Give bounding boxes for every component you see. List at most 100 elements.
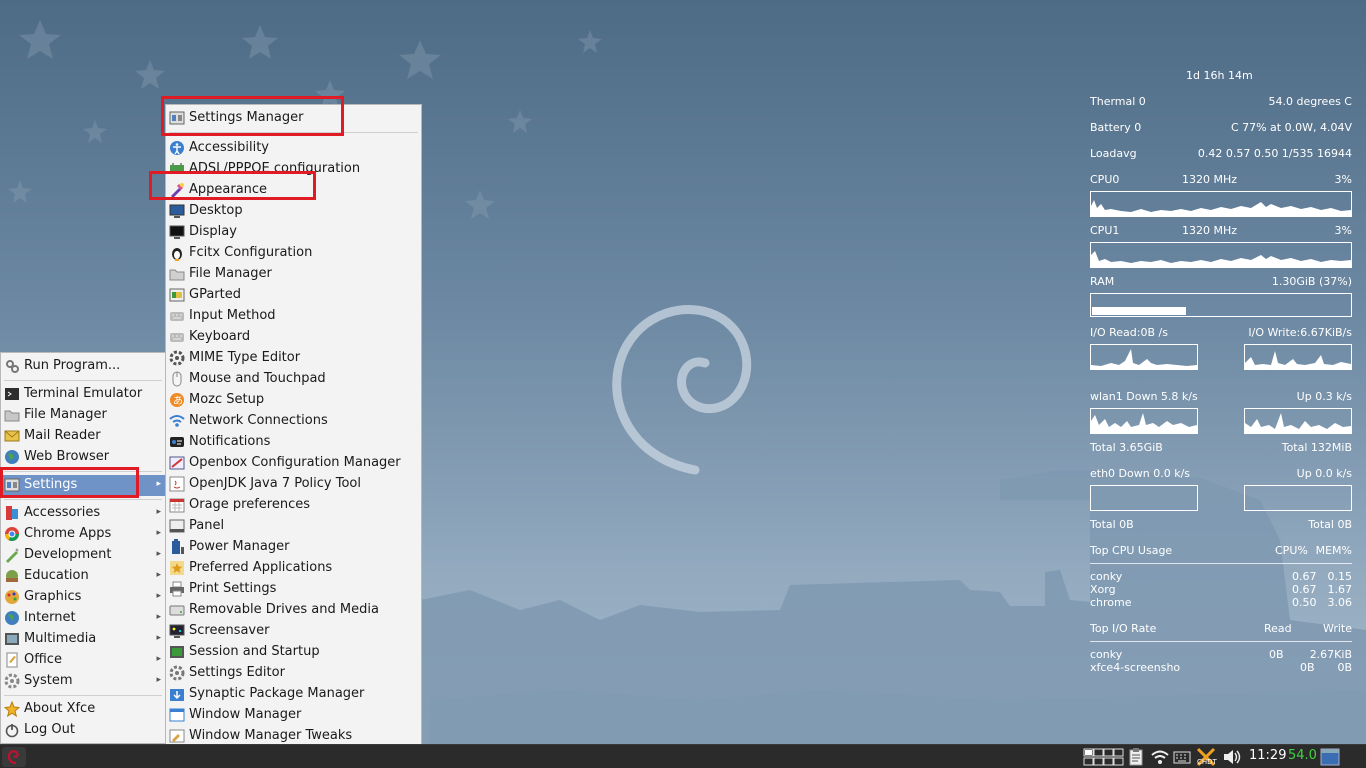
menu-item-label: Web Browser	[24, 449, 110, 464]
menu-item-label: Synaptic Package Manager	[189, 686, 365, 701]
menu-item-run-program[interactable]: Run Program...	[1, 356, 165, 377]
process-read: 0B	[1269, 648, 1284, 661]
menu-item-label: Window Manager	[189, 707, 302, 722]
keyboard-icon[interactable]	[1173, 749, 1191, 765]
chrome-icon	[5, 527, 19, 541]
notifications-icon	[170, 437, 184, 447]
menu-item-label: File Manager	[189, 266, 272, 281]
menu-item-openjdk-java-7-policy-tool[interactable]: OpenJDK Java 7 Policy Tool	[166, 474, 421, 495]
menu-item-session-and-startup[interactable]: Session and Startup	[166, 642, 421, 663]
mouse-icon	[172, 371, 182, 387]
process-cpu: 0.67	[1292, 583, 1317, 596]
menu-item-web-browser[interactable]: Web Browser	[1, 447, 165, 468]
display-icon	[169, 225, 185, 239]
menu-item-mail-reader[interactable]: Mail Reader	[1, 426, 165, 447]
wlan1-up-graph	[1244, 408, 1352, 434]
wlan1-down-graph	[1090, 408, 1198, 434]
eth0-down: eth0 Down 0.0 k/s	[1090, 467, 1191, 480]
wlan1-up: Up 0.3 k/s	[1296, 390, 1352, 403]
menu-item-log-out[interactable]: Log Out	[1, 720, 165, 741]
chevron-right-icon: ▸	[156, 479, 161, 489]
menu-item-file-manager[interactable]: File Manager	[166, 264, 421, 285]
clock[interactable]: 11:29	[1249, 748, 1286, 763]
menu-item-window-manager[interactable]: Window Manager	[166, 705, 421, 726]
menu-item-fcitx-configuration[interactable]: Fcitx Configuration	[166, 243, 421, 264]
eth0-down-graph	[1090, 485, 1198, 511]
workspace-switcher-icon[interactable]	[1083, 748, 1125, 766]
menu-item-label: Display	[189, 224, 237, 239]
menu-item-mozc-setup[interactable]: あ Mozc Setup	[166, 390, 421, 411]
menu-item-removable-drives-and-media[interactable]: Removable Drives and Media	[166, 600, 421, 621]
menu-separator	[4, 380, 162, 381]
top-io-row: conky 0B 2.67KiB	[1090, 648, 1352, 662]
settings-editor-icon	[169, 665, 185, 681]
menu-item-mouse-and-touchpad[interactable]: Mouse and Touchpad	[166, 369, 421, 390]
io-write-graph	[1244, 344, 1352, 370]
menu-item-label: OpenJDK Java 7 Policy Tool	[189, 476, 361, 491]
menu-item-chrome-apps[interactable]: Chrome Apps ▸	[1, 524, 165, 545]
process-read: 0B	[1300, 661, 1315, 674]
menu-separator	[4, 499, 162, 500]
svg-text:あ: あ	[173, 395, 183, 407]
menu-item-display[interactable]: Display	[166, 222, 421, 243]
mail-icon	[4, 430, 20, 442]
cpu1-usage: 3%	[1334, 224, 1352, 237]
menu-item-network-connections[interactable]: Network Connections	[166, 411, 421, 432]
menu-item-accessories[interactable]: Accessories ▸	[1, 503, 165, 524]
menu-item-synaptic-package-manager[interactable]: Synaptic Package Manager	[166, 684, 421, 705]
menu-item-office[interactable]: Office ▸	[1, 650, 165, 671]
show-desktop-icon[interactable]	[1320, 748, 1340, 766]
top-io-col-write: Write	[1322, 622, 1352, 635]
menu-item-power-manager[interactable]: Power Manager	[166, 537, 421, 558]
printer-icon	[170, 581, 184, 597]
menu-item-graphics[interactable]: Graphics ▸	[1, 587, 165, 608]
menu-item-print-settings[interactable]: Print Settings	[166, 579, 421, 600]
menu-item-notifications[interactable]: Notifications	[166, 432, 421, 453]
menu-item-settings-editor[interactable]: Settings Editor	[166, 663, 421, 684]
menu-item-keyboard[interactable]: Keyboard	[166, 327, 421, 348]
process-mem: 3.06	[1327, 596, 1353, 609]
menu-item-terminal-emulator[interactable]: Terminal Emulator	[1, 384, 165, 405]
globe-icon	[5, 450, 19, 464]
menu-item-label: Development	[24, 547, 112, 562]
menu-item-development[interactable]: Development ▸	[1, 545, 165, 566]
menu-item-education[interactable]: Education ▸	[1, 566, 165, 587]
bottom-panel: CHDT 11:29 54.0	[0, 744, 1366, 768]
menu-item-label: Mail Reader	[24, 428, 101, 443]
menu-item-preferred-applications[interactable]: Preferred Applications	[166, 558, 421, 579]
education-icon	[6, 570, 18, 582]
menu-item-multimedia[interactable]: Multimedia ▸	[1, 629, 165, 650]
menu-item-accessibility[interactable]: Accessibility	[166, 138, 421, 159]
divider	[1090, 641, 1352, 642]
menu-item-panel[interactable]: Panel	[166, 516, 421, 537]
menu-item-label: Internet	[24, 610, 76, 625]
wifi-icon[interactable]	[1150, 748, 1170, 766]
input-method-icon[interactable]: CHDT	[1195, 747, 1217, 767]
menu-item-gparted[interactable]: GParted	[166, 285, 421, 306]
ram-label: RAM	[1090, 275, 1115, 288]
menu-item-label: Print Settings	[189, 581, 277, 596]
menu-item-desktop[interactable]: Desktop	[166, 201, 421, 222]
menu-item-about-xfce[interactable]: About Xfce	[1, 699, 165, 720]
top-cpu-row: Xorg 0.67 1.67	[1090, 583, 1352, 597]
menu-item-orage-preferences[interactable]: Orage preferences	[166, 495, 421, 516]
menu-item-file-manager[interactable]: File Manager	[1, 405, 165, 426]
menu-item-screensaver[interactable]: Screensaver	[166, 621, 421, 642]
openbox-icon	[169, 456, 185, 470]
power-icon	[5, 724, 19, 738]
menu-item-input-method[interactable]: Input Method	[166, 306, 421, 327]
volume-icon[interactable]	[1222, 748, 1242, 766]
menu-item-label: Accessibility	[189, 140, 269, 155]
cpu0-freq: 1320 MHz	[1182, 173, 1238, 186]
clipboard-icon[interactable]	[1128, 748, 1144, 766]
menu-item-openbox-configuration-manager[interactable]: Openbox Configuration Manager	[166, 453, 421, 474]
menu-item-system[interactable]: System ▸	[1, 671, 165, 692]
menu-item-label: Keyboard	[189, 329, 251, 344]
debian-menu-button-icon[interactable]	[2, 747, 26, 767]
io-read-graph	[1090, 344, 1198, 370]
cpu1-freq: 1320 MHz	[1182, 224, 1238, 237]
chevron-right-icon: ▸	[156, 612, 161, 622]
menu-item-mime-type-editor[interactable]: MIME Type Editor	[166, 348, 421, 369]
chevron-right-icon: ▸	[156, 528, 161, 538]
menu-item-internet[interactable]: Internet ▸	[1, 608, 165, 629]
